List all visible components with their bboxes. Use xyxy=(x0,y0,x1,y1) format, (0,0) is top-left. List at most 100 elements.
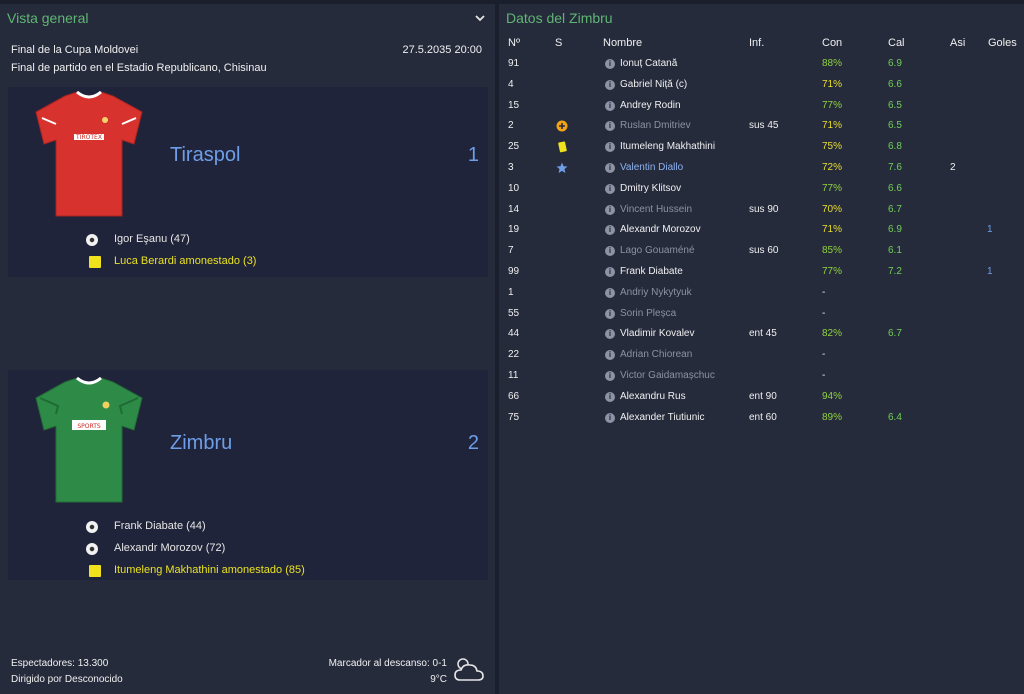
home-team-name[interactable]: Tiraspol xyxy=(170,144,240,167)
overview-title: Vista general xyxy=(7,10,89,26)
chevron-down-icon[interactable] xyxy=(473,12,487,24)
player-name[interactable]: Lago Gouaméné xyxy=(620,245,695,256)
player-assists: 2 xyxy=(950,162,956,173)
venue-label: Final de partido en el Estadio Republica… xyxy=(11,62,267,74)
player-pass-pct: - xyxy=(822,286,826,298)
info-icon[interactable]: i xyxy=(605,371,615,381)
match-datetime: 27.5.2035 20:00 xyxy=(402,44,482,56)
info-icon[interactable]: i xyxy=(605,59,615,69)
table-row[interactable]: 7 i Lago Gouaméné sus 60 85% 6.1 xyxy=(499,241,1024,262)
info-icon[interactable]: i xyxy=(605,246,615,257)
table-row[interactable]: 2 i Ruslan Dmitriev sus 45 71% 6.5 xyxy=(499,116,1024,137)
table-row[interactable]: 11 i Victor Gaidamașchuc - xyxy=(499,366,1024,387)
col-header-info[interactable]: Inf. xyxy=(749,37,764,49)
player-number: 10 xyxy=(508,182,520,194)
info-icon[interactable]: i xyxy=(605,412,615,423)
competition-label: Final de la Cupa Moldovei xyxy=(11,44,139,56)
info-icon[interactable]: i xyxy=(605,329,615,340)
overview-panel: Vista general Final de la Cupa Moldovei … xyxy=(0,4,495,694)
table-row[interactable]: 25 i Itumeleng Makhathini 75% 6.8 xyxy=(499,137,1024,158)
player-number: 66 xyxy=(508,390,520,402)
info-icon[interactable]: i xyxy=(605,121,615,132)
away-team-score: 2 xyxy=(467,432,479,454)
table-row[interactable]: 22 i Adrian Chiorean - xyxy=(499,345,1024,366)
table-row[interactable]: 99 i Frank Diabate 77% 7.2 1 xyxy=(499,262,1024,283)
player-goals: 1 xyxy=(987,266,993,277)
player-rating: 6.1 xyxy=(888,245,902,257)
player-name[interactable]: Ionuț Catană xyxy=(620,58,677,69)
home-sponsor: TIROTEX xyxy=(75,134,102,141)
player-name[interactable]: Gabriel Niță (c) xyxy=(620,79,687,90)
table-row[interactable]: 1 i Andriy Nykytyuk - xyxy=(499,283,1024,304)
player-name[interactable]: Victor Gaidamașchuc xyxy=(620,370,715,381)
player-name[interactable]: Vladimir Kovalev xyxy=(620,328,694,339)
player-name[interactable]: Alexander Tiutiunic xyxy=(620,412,705,423)
player-rating: 6.5 xyxy=(888,99,902,111)
info-icon[interactable]: i xyxy=(605,287,615,298)
info-icon[interactable]: i xyxy=(605,163,615,173)
away-shirt-icon[interactable]: SPORTS xyxy=(30,376,148,506)
player-name[interactable]: Adrian Chiorean xyxy=(620,349,692,360)
player-name[interactable]: Itumeleng Makhathini xyxy=(620,141,715,152)
cloud-sun-icon xyxy=(454,658,484,681)
col-header-rating[interactable]: Cal xyxy=(888,37,905,49)
col-header-goals[interactable]: Goles xyxy=(988,37,1017,49)
table-row[interactable]: 15 i Andrey Rodin 77% 6.5 xyxy=(499,96,1024,117)
col-header-passes[interactable]: Con xyxy=(822,37,842,49)
info-icon[interactable]: i xyxy=(605,267,615,277)
info-icon[interactable]: i xyxy=(605,79,615,90)
player-number: 2 xyxy=(508,120,514,132)
player-goals: 1 xyxy=(987,224,993,236)
player-name[interactable]: Alexandr Morozov xyxy=(620,224,701,235)
table-row[interactable]: 3 i Valentin Diallo 72% 7.6 2 xyxy=(499,158,1024,179)
player-rating: 6.7 xyxy=(888,328,902,340)
player-name[interactable]: Dmitry Klitsov xyxy=(620,183,681,194)
player-pass-pct: - xyxy=(822,370,826,381)
player-number: 4 xyxy=(508,78,514,90)
player-number: 3 xyxy=(508,162,514,173)
info-icon[interactable]: i xyxy=(605,204,615,215)
away-team-name[interactable]: Zimbru xyxy=(170,432,232,455)
home-shirt-icon[interactable]: TIROTEX xyxy=(30,90,148,220)
player-pass-pct: 82% xyxy=(822,328,843,340)
halftime-score: Marcador al descanso: 0-1 xyxy=(328,658,447,669)
player-name[interactable]: Alexandru Rus xyxy=(620,391,686,402)
sub-icon xyxy=(555,119,569,133)
player-name[interactable]: Ruslan Dmitriev xyxy=(620,120,691,131)
goal-ball-icon xyxy=(86,521,98,533)
player-name[interactable]: Sorin Pleșca xyxy=(620,308,676,319)
player-name[interactable]: Valentin Diallo xyxy=(620,162,683,173)
info-icon[interactable]: i xyxy=(605,183,615,194)
info-icon[interactable]: i xyxy=(605,308,615,319)
player-name[interactable]: Vincent Hussein xyxy=(620,204,692,215)
player-number: 15 xyxy=(508,99,520,111)
player-number: 1 xyxy=(508,286,514,298)
table-row[interactable]: 14 i Vincent Hussein sus 90 70% 6.7 xyxy=(499,200,1024,221)
player-name[interactable]: Andriy Nykytyuk xyxy=(620,287,692,298)
table-row[interactable]: 75 i Alexander Tiutiunic ent 60 89% 6.4 xyxy=(499,408,1024,429)
info-icon[interactable]: i xyxy=(605,142,615,153)
player-name[interactable]: Andrey Rodin xyxy=(620,100,681,111)
table-row[interactable]: 10 i Dmitry Klitsov 77% 6.6 xyxy=(499,179,1024,200)
info-icon[interactable]: i xyxy=(605,391,615,402)
player-pass-pct: 88% xyxy=(822,58,843,69)
player-rating: 6.6 xyxy=(888,182,902,194)
player-name[interactable]: Frank Diabate xyxy=(620,266,683,277)
info-icon[interactable]: i xyxy=(605,225,615,236)
table-row[interactable]: 4 i Gabriel Niță (c) 71% 6.6 xyxy=(499,75,1024,96)
table-row[interactable]: 44 i Vladimir Kovalev ent 45 82% 6.7 xyxy=(499,324,1024,345)
player-rating: 6.8 xyxy=(888,141,902,153)
table-row[interactable]: 19 i Alexandr Morozov 71% 6.9 1 xyxy=(499,220,1024,241)
col-header-status[interactable]: S xyxy=(555,37,562,49)
table-row[interactable]: 55 i Sorin Pleșca - xyxy=(499,304,1024,325)
player-rating: 6.4 xyxy=(888,411,902,423)
table-row[interactable]: 66 i Alexandru Rus ent 90 94% xyxy=(499,387,1024,408)
info-icon[interactable]: i xyxy=(605,350,615,361)
col-header-name[interactable]: Nombre xyxy=(603,37,642,49)
col-header-assists[interactable]: Asi xyxy=(950,37,965,49)
player-pass-pct: 70% xyxy=(822,203,843,215)
table-row[interactable]: 91 i Ionuț Catană 88% 6.9 xyxy=(499,54,1024,75)
info-icon[interactable]: i xyxy=(605,100,615,111)
col-header-number[interactable]: Nº xyxy=(508,37,520,49)
team-stats-title: Datos del Zimbru xyxy=(506,10,613,26)
